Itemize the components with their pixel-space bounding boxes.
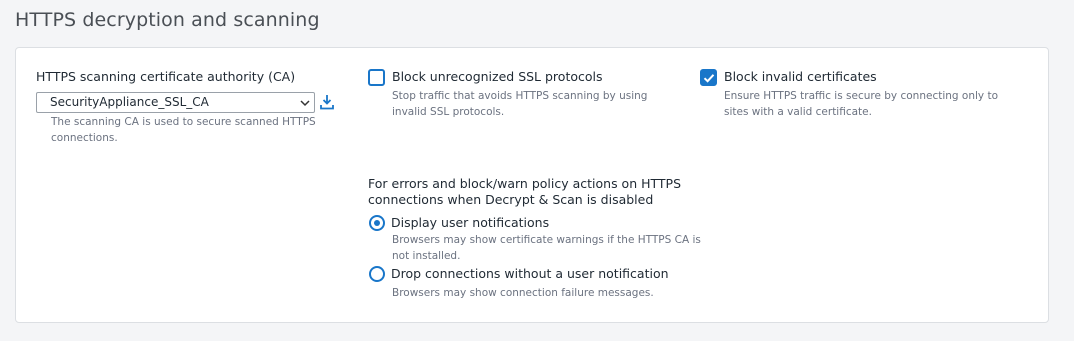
block-invalid-help: Ensure HTTPS traffic is secure by connec… [724, 90, 999, 118]
block-unrecognized-checkbox[interactable] [368, 69, 385, 86]
ca-help-text: The scanning CA is used to secure scanne… [51, 116, 316, 144]
radio-display-notifications-help: Browsers may show certificate warnings i… [392, 234, 701, 262]
block-invalid-label[interactable]: Block invalid certificates [724, 69, 877, 84]
policy-label: For errors and block/warn policy actions… [368, 176, 682, 207]
block-invalid-checkbox[interactable] [700, 69, 717, 86]
radio-display-notifications-label[interactable]: Display user notifications [391, 215, 549, 230]
chevron-down-icon [300, 100, 310, 107]
radio-display-notifications[interactable] [369, 215, 385, 231]
ca-label: HTTPS scanning certificate authority (CA… [36, 69, 296, 84]
ca-select[interactable]: SecurityAppliance_SSL_CA [36, 92, 315, 113]
section-title: HTTPS decryption and scanning [15, 9, 320, 31]
checkmark-icon [703, 74, 715, 83]
radio-drop-connections-help: Browsers may show connection failure mes… [392, 287, 654, 299]
radio-drop-connections[interactable] [369, 266, 385, 282]
ca-select-value: SecurityAppliance_SSL_CA [50, 95, 209, 109]
block-unrecognized-help: Stop traffic that avoids HTTPS scanning … [392, 90, 648, 118]
download-icon[interactable] [320, 94, 334, 110]
radio-drop-connections-label[interactable]: Drop connections without a user notifica… [391, 266, 669, 281]
block-unrecognized-label[interactable]: Block unrecognized SSL protocols [392, 69, 603, 84]
